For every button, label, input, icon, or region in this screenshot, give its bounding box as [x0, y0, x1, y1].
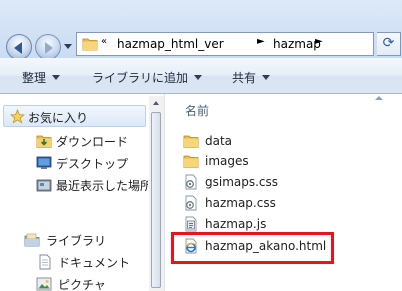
file-name: hazmap.js	[205, 217, 267, 231]
star-icon	[10, 109, 25, 124]
file-name: hazmap.css	[205, 196, 276, 210]
include-in-library-label: ライブラリに追加	[92, 71, 189, 85]
nav-item-recent-places[interactable]: 最近表示した場所	[3, 174, 148, 196]
nav-item-downloads[interactable]: ダウンロード	[3, 130, 146, 152]
nav-item-documents[interactable]: ドキュメント	[3, 251, 146, 273]
refresh-icon: ⟳	[382, 35, 395, 51]
explorer-window: « hazmap_html_ver ► hazmap ► ⟳ 整理 ライブラリに…	[0, 0, 402, 291]
forward-button[interactable]	[35, 34, 61, 60]
downloads-folder-icon	[36, 135, 52, 148]
js-file-icon	[185, 216, 197, 232]
include-in-library-menu[interactable]: ライブラリに追加	[92, 69, 203, 86]
nav-item-libraries[interactable]: ライブラリ	[3, 229, 146, 251]
nav-label-pictures: ピクチャ	[58, 278, 106, 291]
chevron-down-icon	[262, 75, 271, 80]
share-with-menu[interactable]: 共有	[232, 69, 271, 86]
scroll-up-arrow-icon[interactable]	[153, 101, 159, 105]
chevron-down-icon	[194, 75, 203, 80]
file-item-hazmap-css[interactable]: hazmap.css	[183, 193, 363, 213]
libraries-icon	[24, 233, 40, 247]
address-segment-hazmap-html-ver[interactable]: hazmap_html_ver	[117, 37, 224, 51]
organize-label: 整理	[22, 71, 47, 85]
nav-label-favorites: お気に入り	[28, 111, 89, 125]
file-name: gsimaps.css	[205, 175, 279, 189]
navigation-pane: お気に入り ダウンロード デスクトップ 最近表示した場所 ライブラリ ドキュメン…	[0, 94, 148, 291]
nav-item-desktop[interactable]: デスクトップ	[3, 152, 146, 174]
nav-item-pictures[interactable]: ピクチャ	[3, 273, 146, 291]
file-item-hazmap-js[interactable]: hazmap.js	[183, 214, 363, 234]
address-segment-hazmap[interactable]: hazmap	[273, 37, 321, 51]
file-item-gsimaps-css[interactable]: gsimaps.css	[183, 172, 363, 192]
command-bar: 整理 ライブラリに追加 共有	[0, 58, 402, 94]
chevron-right-icon[interactable]: ►	[315, 36, 323, 47]
file-item-data[interactable]: data	[183, 131, 363, 151]
scrollbar-thumb[interactable]	[151, 112, 161, 288]
column-header-name[interactable]: 名前	[185, 102, 209, 119]
folder-icon	[82, 38, 98, 51]
folder-icon	[183, 135, 199, 148]
refresh-button[interactable]: ⟳	[377, 32, 401, 56]
sort-ascending-icon	[375, 96, 383, 100]
chevron-right-icon[interactable]: ►	[257, 36, 265, 47]
highlight-box	[171, 232, 334, 264]
documents-icon	[39, 254, 51, 270]
share-with-label: 共有	[232, 71, 257, 85]
chevron-down-icon	[52, 75, 61, 80]
nav-label-desktop: デスクトップ	[56, 157, 129, 171]
pictures-icon	[36, 277, 52, 291]
nav-item-favorites[interactable]: お気に入り	[3, 105, 146, 127]
organize-menu[interactable]: 整理	[22, 69, 61, 86]
navigation-bar: « hazmap_html_ver ► hazmap ► ⟳	[0, 0, 402, 60]
file-name: data	[205, 134, 233, 148]
nav-label-downloads: ダウンロード	[56, 135, 129, 149]
folder-icon	[183, 155, 199, 168]
desktop-icon	[36, 156, 52, 169]
back-button[interactable]	[6, 34, 32, 60]
recent-places-icon	[36, 179, 52, 192]
address-overflow[interactable]: «	[101, 36, 107, 47]
css-file-icon	[185, 174, 197, 190]
file-name: images	[205, 154, 249, 168]
recent-pages-dropdown[interactable]	[64, 44, 72, 49]
css-file-icon	[185, 195, 197, 211]
file-item-images[interactable]: images	[183, 151, 363, 171]
nav-label-libraries: ライブラリ	[46, 234, 107, 248]
nav-label-documents: ドキュメント	[58, 256, 131, 270]
address-bar[interactable]: « hazmap_html_ver ► hazmap ►	[76, 32, 374, 56]
navigation-pane-scrollbar[interactable]	[149, 96, 164, 291]
nav-label-recent-places: 最近表示した場所	[56, 179, 148, 193]
